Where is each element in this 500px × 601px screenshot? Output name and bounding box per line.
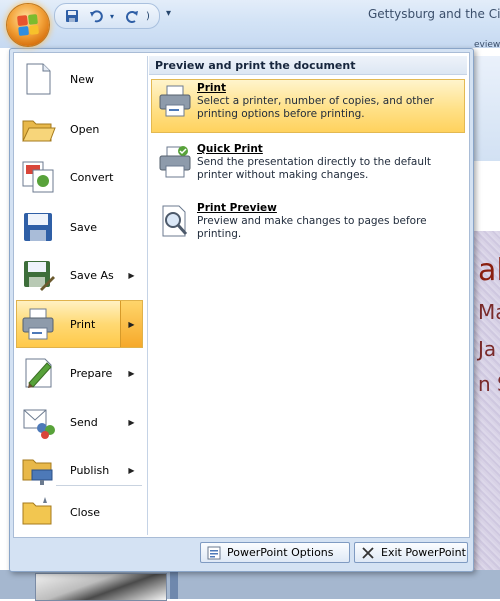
print-preview-icon	[158, 204, 192, 238]
slide-text-fragment: Ma	[478, 300, 500, 324]
office-button[interactable]	[7, 4, 49, 46]
document-title: Gettysburg and the Civil	[368, 7, 500, 21]
slide-title-fragment: al	[478, 253, 500, 288]
convert-icon	[20, 159, 56, 195]
submenu-arrow-icon: ▶	[128, 270, 135, 280]
quick-print-icon	[158, 145, 192, 179]
submenu-arrow-icon[interactable]: ▶	[120, 301, 142, 347]
option-title: Print Preview	[197, 202, 277, 214]
menu-item-new[interactable]: New	[16, 55, 143, 103]
undo-dropdown-icon[interactable]: ▾	[107, 7, 117, 25]
print-option[interactable]: Print Select a printer, number of copies…	[151, 79, 465, 133]
powerpoint-options-button[interactable]: PowerPoint Options	[200, 542, 350, 563]
publish-icon	[20, 452, 56, 488]
redo-icon[interactable]	[123, 7, 141, 25]
undo-icon[interactable]	[87, 7, 105, 25]
save-icon[interactable]	[63, 7, 81, 25]
panel-header: Preview and print the document	[149, 56, 467, 75]
menu-separator	[56, 485, 142, 486]
option-title: Print	[197, 82, 226, 94]
qat-separator: )	[146, 10, 150, 22]
options-icon	[207, 546, 221, 560]
menu-item-label: Convert	[70, 170, 114, 184]
quick-access-toolbar: ▾ )	[54, 3, 160, 29]
menu-item-label: Prepare	[70, 366, 113, 380]
slide-thumbnail[interactable]	[35, 573, 167, 601]
option-description: Select a printer, number of copies, and …	[197, 95, 434, 120]
open-folder-icon	[20, 111, 56, 147]
exit-powerpoint-button[interactable]: Exit PowerPoint	[354, 542, 468, 563]
office-menu: New Open Convert Save Save As ▶ Print ▶ …	[9, 48, 474, 572]
office-logo-icon	[17, 14, 39, 36]
submenu-arrow-icon: ▶	[128, 368, 135, 378]
option-title: Quick Print	[197, 143, 263, 155]
menu-item-label: Save	[70, 220, 98, 234]
submenu-arrow-icon: ▶	[128, 465, 135, 475]
office-menu-footer: PowerPoint Options Exit PowerPoint	[10, 539, 471, 569]
menu-item-label: Send	[70, 415, 98, 429]
office-menu-commands: New Open Convert Save Save As ▶ Print ▶ …	[14, 53, 145, 537]
slide-text-fragment: Ja	[478, 337, 497, 361]
printer-icon	[20, 306, 56, 342]
menu-item-send[interactable]: Send ▶	[16, 398, 143, 446]
save-as-icon	[20, 257, 56, 293]
office-menu-body: New Open Convert Save Save As ▶ Print ▶ …	[13, 52, 470, 538]
menu-item-print[interactable]: Print ▶	[16, 300, 143, 348]
printer-icon	[158, 84, 192, 118]
menu-item-close[interactable]: Close	[16, 488, 143, 536]
title-bar: ▾ ) ▾ Gettysburg and the Civil eview	[0, 0, 500, 50]
menu-item-label: Close	[70, 505, 100, 519]
menu-item-convert[interactable]: Convert	[16, 153, 143, 201]
print-preview-option[interactable]: Print Preview Preview and make changes t…	[151, 199, 465, 253]
submenu-arrow-icon: ▶	[128, 417, 135, 427]
menu-item-publish[interactable]: Publish ▶	[16, 446, 143, 494]
menu-item-label: Open	[70, 122, 100, 136]
prepare-icon	[20, 355, 56, 391]
tab-review-fragment[interactable]: eview	[474, 40, 500, 50]
menu-item-save[interactable]: Save	[16, 203, 143, 251]
new-document-icon	[20, 61, 56, 97]
close-icon	[361, 546, 375, 560]
menu-item-save-as[interactable]: Save As ▶	[16, 251, 143, 299]
print-submenu-panel: Preview and print the document Print Sel…	[147, 56, 468, 535]
menu-item-label: Print	[70, 317, 96, 331]
save-icon	[20, 209, 56, 245]
menu-item-open[interactable]: Open	[16, 105, 143, 153]
exit-powerpoint-label: Exit PowerPoint	[381, 546, 466, 559]
quick-print-option[interactable]: Quick Print Send the presentation direct…	[151, 140, 465, 194]
powerpoint-options-label: PowerPoint Options	[227, 546, 334, 559]
slide-text-fragment: n S	[478, 372, 500, 396]
menu-item-label: Publish	[70, 463, 110, 477]
menu-item-prepare[interactable]: Prepare ▶	[16, 349, 143, 397]
send-icon	[20, 404, 56, 440]
customize-qat-dropdown-icon[interactable]: ▾	[166, 8, 171, 19]
menu-item-label: Save As	[70, 268, 114, 282]
pane-scrollbar[interactable]	[170, 570, 178, 599]
option-description: Send the presentation directly to the de…	[197, 156, 432, 181]
close-folder-icon	[20, 494, 56, 530]
menu-item-label: New	[70, 72, 94, 86]
option-description: Preview and make changes to pages before…	[197, 215, 427, 240]
